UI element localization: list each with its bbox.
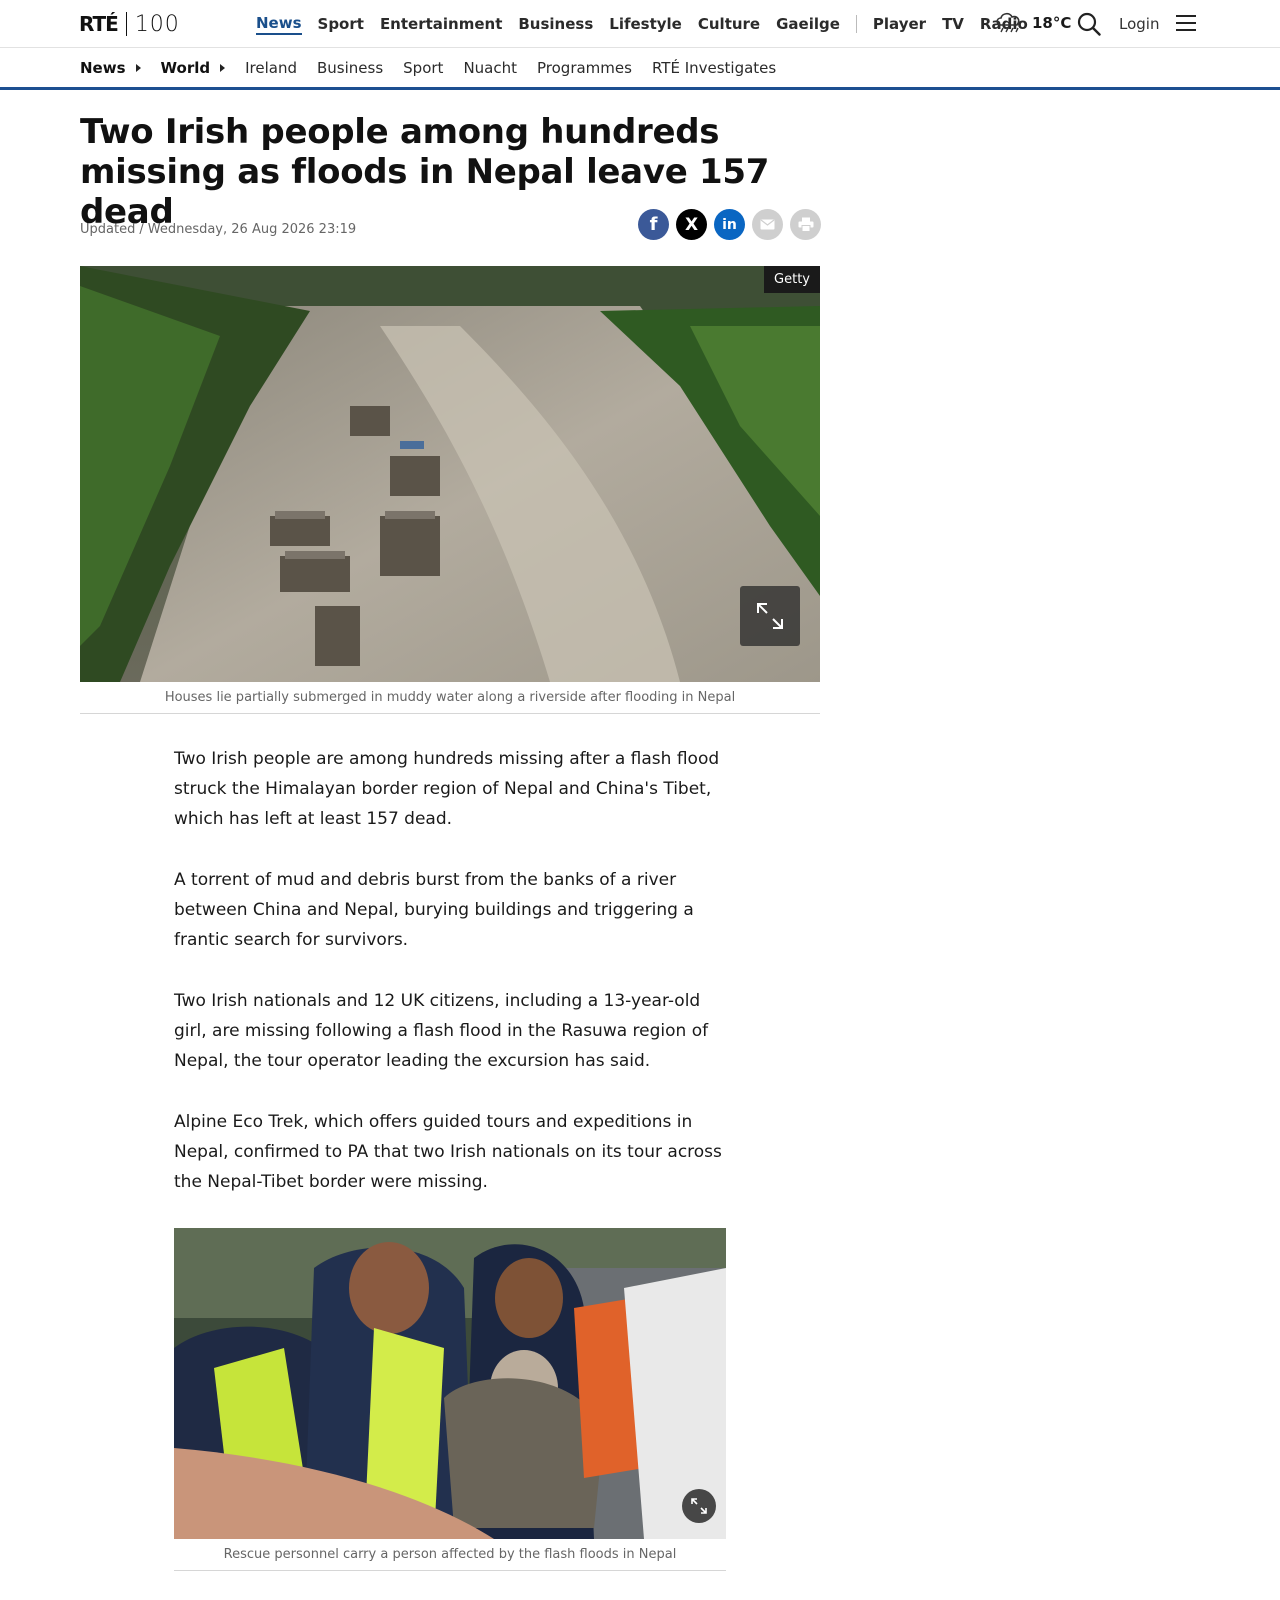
inline-image [174, 1228, 726, 1539]
hero-caption: Houses lie partially submerged in muddy … [80, 682, 820, 714]
main-nav-entertainment[interactable]: Entertainment [380, 15, 502, 33]
logo-wordmark: RTÉ [79, 12, 119, 36]
main-nav-gaeilge[interactable]: Gaeilge [776, 15, 840, 33]
weather-temperature: 18°C [1032, 14, 1072, 32]
printer-icon [798, 217, 813, 232]
main-nav-business[interactable]: Business [518, 15, 593, 33]
section-nav-ireland[interactable]: Ireland [245, 59, 297, 77]
section-nav-sport[interactable]: Sport [403, 59, 443, 77]
x-icon: X [684, 214, 699, 235]
main-nav-sport[interactable]: Sport [318, 15, 364, 33]
x-share-button[interactable]: X [676, 209, 707, 240]
facebook-icon: f [649, 214, 658, 235]
rte-logo[interactable]: RTÉ 100 [79, 10, 180, 38]
envelope-icon [760, 219, 775, 230]
expand-icon [757, 603, 783, 629]
section-nav-world[interactable]: World [161, 59, 226, 77]
article-paragraph: Alpine Eco Trek, which offers guided tou… [174, 1112, 722, 1192]
expand-image-button[interactable] [740, 586, 800, 646]
rain-cloud-icon [996, 12, 1020, 33]
facebook-share-button[interactable]: f [638, 209, 669, 240]
caret-right-icon [220, 63, 226, 72]
section-nav-label: World [160, 58, 211, 77]
main-nav-culture[interactable]: Culture [698, 15, 760, 33]
main-nav-divider [855, 15, 857, 33]
weather-widget[interactable]: 18°C [994, 11, 1071, 35]
login-link[interactable]: Login [1119, 15, 1159, 33]
share-bar: f X in [638, 209, 828, 240]
section-nav-label: News [80, 58, 126, 77]
expand-icon [691, 1498, 707, 1514]
updated-label: Updated [80, 222, 136, 237]
hero-image: Getty [80, 266, 820, 682]
logo-divider [125, 12, 127, 36]
article-paragraph: Two Irish people are among hundreds miss… [174, 749, 720, 829]
main-nav-tv[interactable]: TV [942, 15, 964, 33]
section-nav-nuacht[interactable]: Nuacht [463, 59, 517, 77]
inline-caption: Rescue personnel carry a person affected… [174, 1539, 726, 1571]
linkedin-share-button[interactable]: in [714, 209, 745, 240]
rescue-photo [174, 1228, 726, 1539]
flood-aerial-photo [80, 266, 820, 682]
main-nav-player[interactable]: Player [873, 15, 926, 33]
main-nav: News Sport Entertainment Business Lifest… [256, 0, 1044, 48]
search-icon[interactable] [1077, 12, 1101, 36]
photo-credit: Getty [764, 266, 820, 293]
print-button[interactable] [790, 209, 821, 240]
logo-centenary: 100 [134, 11, 180, 37]
top-header: RTÉ 100 News Sport Entertainment Busines… [0, 0, 1280, 48]
linkedin-icon: in [722, 216, 737, 233]
caret-right-icon [135, 63, 141, 72]
section-nav-rte-investigates[interactable]: RTÉ Investigates [652, 59, 776, 77]
article-body: Two Irish people are among hundreds miss… [174, 744, 730, 1228]
section-nav-business[interactable]: Business [317, 59, 383, 77]
article-paragraph: Two Irish nationals and 12 UK citizens, … [174, 991, 709, 1071]
hamburger-menu-icon[interactable] [1176, 15, 1196, 33]
section-nav-news[interactable]: News [80, 59, 141, 77]
article-paragraph: A torrent of mud and debris burst from t… [174, 870, 694, 950]
email-share-button[interactable] [752, 209, 783, 240]
main-nav-news[interactable]: News [256, 14, 302, 35]
section-nav: News World Ireland Business Sport Nuacht… [0, 48, 1280, 90]
updated-time: Wednesday, 26 Aug 2026 23:19 [147, 222, 357, 237]
article-timestamp: Updated / Wednesday, 26 Aug 2026 23:19 [80, 222, 357, 237]
section-nav-programmes[interactable]: Programmes [537, 59, 632, 77]
main-nav-lifestyle[interactable]: Lifestyle [609, 15, 682, 33]
expand-inline-image-button[interactable] [682, 1489, 716, 1523]
